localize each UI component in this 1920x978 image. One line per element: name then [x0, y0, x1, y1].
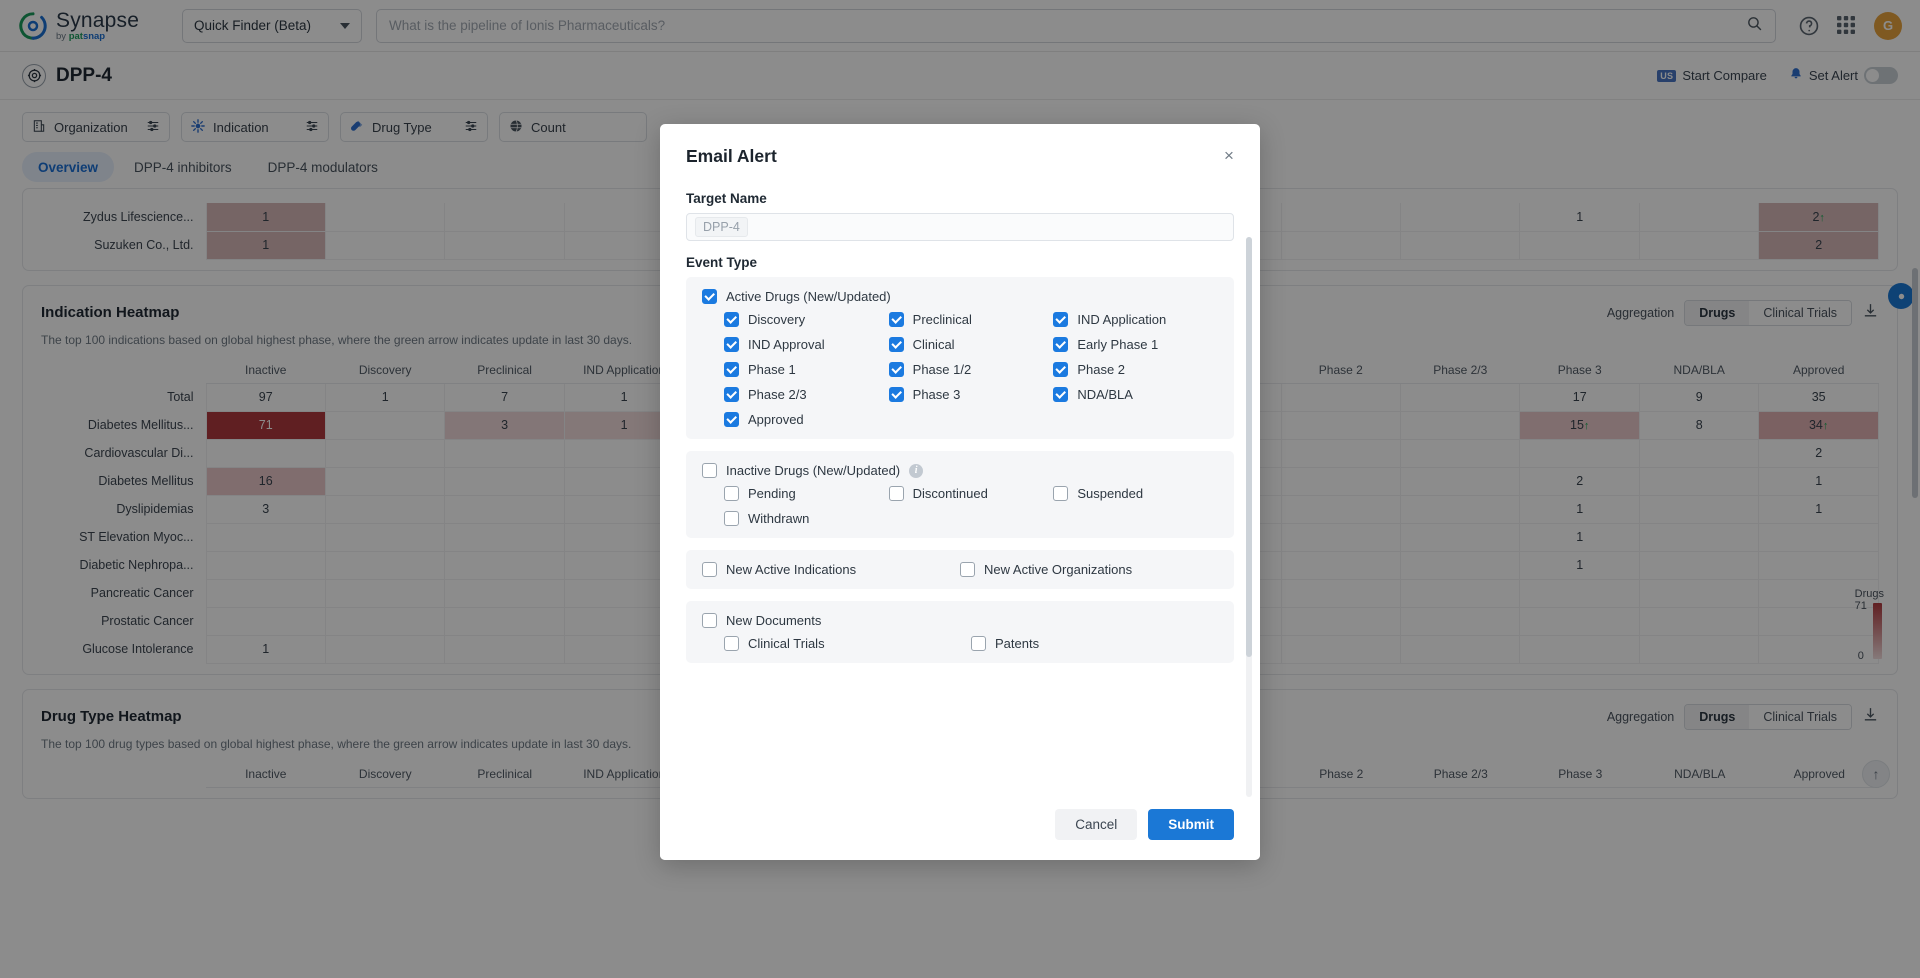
event-group-new-documents: New Documents Clinical Trials Patents: [686, 601, 1234, 663]
event-group-new-active: New Active Indications New Active Organiz…: [686, 550, 1234, 589]
info-icon[interactable]: i: [909, 463, 924, 478]
checkbox-icon[interactable]: [724, 362, 739, 377]
checkbox-label: Phase 2: [1077, 362, 1126, 377]
checkbox-icon[interactable]: [1053, 362, 1069, 377]
checkbox-option[interactable]: Patents: [971, 636, 1218, 651]
checkbox-option[interactable]: Withdrawn: [724, 511, 889, 526]
dialog-footer: Cancel Submit: [660, 797, 1260, 860]
checkbox-option[interactable]: Discontinued: [888, 486, 1054, 501]
dialog-scrollbar-thumb[interactable]: [1246, 237, 1252, 657]
event-group-options: Discovery Preclinical IND Application IND A…: [702, 312, 1218, 427]
checkbox-option[interactable]: Phase 2/3: [724, 387, 889, 402]
checkbox-icon[interactable]: [888, 312, 904, 327]
checkbox-option[interactable]: Pending: [724, 486, 889, 501]
checkbox-option[interactable]: Discovery: [724, 312, 889, 327]
checkbox-label: New Active Organizations: [984, 562, 1133, 577]
checkbox-icon[interactable]: [960, 562, 975, 577]
checkbox-option[interactable]: New Active Indications: [702, 562, 856, 577]
checkbox-icon[interactable]: [1053, 337, 1069, 352]
checkbox-new-documents[interactable]: New Documents: [702, 613, 1218, 628]
checkbox-icon[interactable]: [702, 562, 717, 577]
checkbox-icon[interactable]: [702, 289, 717, 304]
checkbox-option[interactable]: Clinical Trials: [724, 636, 971, 651]
checkbox-label: Pending: [748, 486, 796, 501]
checkbox-option[interactable]: Clinical: [888, 337, 1054, 352]
checkbox-label: Phase 1: [748, 362, 796, 377]
checkbox-label: Phase 1/2: [912, 362, 972, 377]
checkbox-option[interactable]: Approved: [724, 412, 889, 427]
checkbox-label: Phase 2/3: [748, 387, 807, 402]
checkbox-icon[interactable]: [971, 636, 986, 651]
target-name-token: DPP-4: [695, 217, 748, 237]
checkbox-label: Clinical: [912, 337, 955, 352]
checkbox-inactive-drugs[interactable]: Inactive Drugs (New/Updated) i: [702, 463, 1218, 478]
dialog-header: Email Alert ×: [660, 124, 1260, 173]
checkbox-label: Active Drugs (New/Updated): [726, 289, 891, 304]
checkbox-icon[interactable]: [1053, 387, 1069, 402]
event-type-label: Event Type: [686, 255, 758, 270]
checkbox-icon[interactable]: [724, 412, 739, 427]
checkbox-label: Discontinued: [912, 486, 988, 501]
email-alert-dialog: Email Alert × Target Name DPP-4 Event Ty…: [660, 124, 1260, 860]
checkbox-icon[interactable]: [702, 463, 717, 478]
checkbox-icon[interactable]: [724, 337, 739, 352]
checkbox-label: Discovery: [748, 312, 806, 327]
checkbox-option[interactable]: New Active Organizations: [960, 562, 1132, 577]
checkbox-icon[interactable]: [1053, 312, 1069, 327]
checkbox-option[interactable]: IND Application: [1053, 312, 1218, 327]
checkbox-label: IND Application: [1077, 312, 1167, 327]
checkbox-label: Approved: [748, 412, 804, 427]
cancel-button[interactable]: Cancel: [1055, 809, 1138, 840]
checkbox-label: Clinical Trials: [748, 636, 825, 651]
checkbox-icon[interactable]: [888, 337, 904, 352]
target-name-label: Target Name: [686, 191, 767, 206]
checkbox-label: NDA/BLA: [1077, 387, 1133, 402]
checkbox-icon[interactable]: [702, 613, 717, 628]
close-icon[interactable]: ×: [1218, 144, 1240, 166]
checkbox-option[interactable]: Phase 3: [888, 387, 1054, 402]
checkbox-label: New Active Indications: [726, 562, 857, 577]
event-group-options: Clinical Trials Patents: [702, 636, 1218, 651]
checkbox-label: New Documents: [726, 613, 822, 628]
event-type-groups: Active Drugs (New/Updated) Discovery Precl…: [686, 277, 1234, 663]
checkbox-label: Withdrawn: [748, 511, 810, 526]
checkbox-icon[interactable]: [724, 387, 739, 402]
checkbox-icon[interactable]: [1053, 486, 1069, 501]
checkbox-option[interactable]: NDA/BLA: [1053, 387, 1218, 402]
checkbox-label: Inactive Drugs (New/Updated): [726, 463, 901, 478]
checkbox-label: Early Phase 1: [1077, 337, 1159, 352]
checkbox-icon[interactable]: [888, 362, 904, 377]
target-name-input[interactable]: DPP-4: [686, 213, 1234, 241]
checkbox-icon[interactable]: [724, 312, 739, 327]
event-group-active-drugs: Active Drugs (New/Updated) Discovery Precl…: [686, 277, 1234, 439]
checkbox-label: Phase 3: [912, 387, 961, 402]
checkbox-icon[interactable]: [888, 486, 904, 501]
checkbox-active-drugs[interactable]: Active Drugs (New/Updated): [702, 289, 1218, 304]
submit-button[interactable]: Submit: [1148, 809, 1234, 840]
dialog-title: Email Alert: [686, 146, 777, 166]
checkbox-label: Patents: [995, 636, 1040, 651]
checkbox-label: Preclinical: [912, 312, 972, 327]
checkbox-icon[interactable]: [724, 511, 739, 526]
checkbox-icon[interactable]: [724, 486, 739, 501]
checkbox-option[interactable]: IND Approval: [724, 337, 889, 352]
event-group-inactive-drugs: Inactive Drugs (New/Updated) i Pending Disc…: [686, 451, 1234, 538]
checkbox-option[interactable]: Phase 2: [1053, 362, 1218, 377]
checkbox-label: IND Approval: [748, 337, 825, 352]
checkbox-option[interactable]: Phase 1: [724, 362, 889, 377]
dialog-body: Target Name DPP-4 Event Type Active Drug…: [660, 173, 1260, 797]
checkbox-option[interactable]: Early Phase 1: [1053, 337, 1218, 352]
checkbox-icon[interactable]: [724, 636, 739, 651]
checkbox-icon[interactable]: [888, 387, 904, 402]
checkbox-option[interactable]: Suspended: [1053, 486, 1218, 501]
event-group-options: Pending Discontinued Suspended Withdrawn: [702, 486, 1218, 526]
checkbox-option[interactable]: Phase 1/2: [888, 362, 1054, 377]
checkbox-option[interactable]: Preclinical: [888, 312, 1054, 327]
checkbox-label: Suspended: [1077, 486, 1144, 501]
